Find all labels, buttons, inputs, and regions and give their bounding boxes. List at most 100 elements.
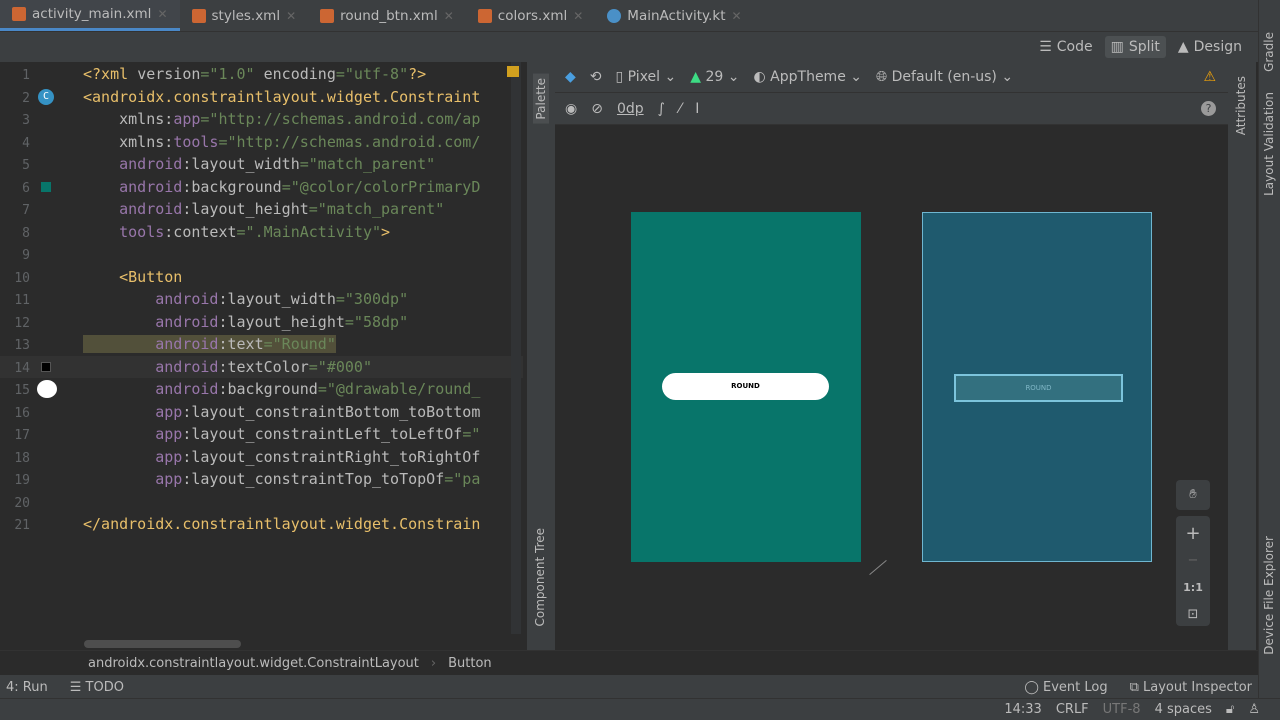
code-token: android [83, 155, 183, 173]
attributes-tab[interactable]: Attributes [1234, 76, 1248, 135]
code-line[interactable]: 8 tools:context=".MainActivity"> [0, 221, 523, 244]
resize-handle[interactable] [869, 560, 887, 575]
caret-position[interactable]: 14:33 [1004, 702, 1041, 717]
code-token: <Button [83, 267, 183, 286]
close-icon[interactable]: ✕ [286, 9, 296, 23]
code-line[interactable]: 12 android:layout_height="58dp" [0, 311, 523, 334]
pan-button[interactable]: ✋︎ [1176, 480, 1210, 510]
editor-scrollbar[interactable] [511, 62, 521, 634]
code-line[interactable]: 14 android:textColor="#000" [0, 355, 523, 378]
code-line[interactable]: 3 xmlns:app="http://schemas.android.com/… [0, 108, 523, 131]
close-icon[interactable]: ✕ [732, 9, 742, 23]
indent-setting[interactable]: 4 spaces [1155, 702, 1212, 717]
layout-validation-tab[interactable]: Layout Validation [1262, 92, 1276, 196]
code-line[interactable]: 10 <Button [0, 266, 523, 289]
code-line[interactable]: 1 <?xml version="1.0" encoding="utf-8"?> [0, 63, 523, 86]
design-surface[interactable]: ◆ ⟲ ▯ Pixel ⌄ ▲ 29 ⌄ ◐ AppTheme ⌄ 🌐︎ Def… [555, 62, 1228, 650]
tab-styles-xml[interactable]: styles.xml ✕ [180, 0, 309, 31]
code-line[interactable]: 4 xmlns:tools="http://schemas.android.co… [0, 131, 523, 154]
close-icon[interactable]: ✕ [157, 7, 167, 21]
tab-mainactivity-kt[interactable]: MainActivity.kt ✕ [595, 0, 753, 31]
code-line[interactable]: 9 [0, 243, 523, 266]
layout-inspector-button[interactable]: ⧉ Layout Inspector [1130, 680, 1252, 695]
code-line[interactable]: 2 <androidx.constraintlayout.widget.Const… [0, 86, 523, 109]
component-tree-tab[interactable]: Component Tree [533, 528, 547, 626]
code-line[interactable]: 16 app:layout_constraintBottom_toBottom [0, 401, 523, 424]
blueprint-preview[interactable]: ROUND [922, 212, 1152, 562]
split-icon: ▥ [1110, 39, 1124, 55]
round-button-preview[interactable]: ROUND [662, 373, 829, 400]
tab-activity_main-xml[interactable]: activity_main.xml ✕ [0, 0, 180, 31]
theme-dropdown[interactable]: ◐ AppTheme ⌄ [754, 69, 863, 85]
lock-icon[interactable]: 🔓︎ [1226, 702, 1234, 717]
todo-tool-button[interactable]: ☰ TODO [70, 680, 124, 695]
color-swatch-icon[interactable] [41, 181, 51, 192]
line-number: 12 [14, 315, 30, 331]
code-line[interactable]: 21 </androidx.constraintlayout.widget.Con… [0, 513, 523, 536]
tab-colors-xml[interactable]: colors.xml ✕ [466, 0, 596, 31]
code-line[interactable]: 7 android:layout_height="match_parent" [0, 198, 523, 221]
code-line[interactable]: 11 android:layout_width="300dp" [0, 288, 523, 311]
round-button-blueprint[interactable]: ROUND [954, 374, 1123, 402]
status-bar: 14:33 CRLF UTF-8 4 spaces 🔓︎ ♙ [0, 698, 1280, 720]
breadcrumb-button[interactable]: Button [448, 656, 492, 671]
code-token: <androidx.constraintlayout.widget.Constr… [83, 87, 481, 106]
orientation-icon[interactable]: ⟲ [590, 69, 602, 85]
warning-marker [507, 66, 519, 77]
eye-icon[interactable]: ◉ [565, 101, 577, 117]
clear-constraints-icon[interactable]: ∫ [658, 101, 665, 117]
infer-constraints-icon[interactable]: ⁄ [679, 101, 681, 117]
line-number: 14 [14, 360, 30, 376]
help-icon[interactable]: ? [1201, 101, 1216, 116]
color-swatch-icon[interactable] [41, 361, 51, 372]
code-line[interactable]: 17 app:layout_constraintLeft_toLeftOf=" [0, 423, 523, 446]
horizontal-scrollbar[interactable] [84, 640, 241, 648]
layers-icon[interactable]: ◆ [565, 69, 576, 85]
close-icon[interactable]: ✕ [444, 9, 454, 23]
split-view-button[interactable]: ▥ Split [1104, 36, 1166, 58]
default-margin[interactable]: 0dp [617, 101, 644, 117]
locale-dropdown[interactable]: 🌐︎ Default (en-us) ⌄ [876, 69, 1013, 85]
zoom-in-button[interactable]: + [1176, 520, 1210, 547]
code-line[interactable]: 13 android:text="Round" [0, 333, 523, 356]
view-mode-bar: ☰ Code ▥ Split ▲ Design [0, 32, 1258, 62]
device-file-explorer-tab[interactable]: Device File Explorer [1262, 536, 1276, 655]
device-dropdown[interactable]: ▯ Pixel ⌄ [616, 69, 677, 85]
warning-icon[interactable]: ⚠ [1203, 69, 1216, 85]
code-line[interactable]: 15 android:background="@drawable/round_ [0, 378, 523, 401]
design-preview[interactable]: ROUND [631, 212, 861, 562]
line-number: 3 [22, 113, 30, 128]
run-tool-button[interactable]: 4: Run [6, 680, 48, 695]
code-view-button[interactable]: ☰ Code [1033, 36, 1098, 58]
file-encoding[interactable]: UTF-8 [1103, 702, 1141, 717]
code-line[interactable]: 6 android:background="@color/colorPrimar… [0, 176, 523, 199]
zoom-actual-button[interactable]: 1:1 [1176, 574, 1210, 601]
drawable-preview-icon[interactable] [37, 380, 57, 398]
api-dropdown[interactable]: ▲ 29 ⌄ [690, 69, 739, 85]
code-token: :layout_width [182, 155, 300, 173]
code-editor[interactable]: 1 <?xml version="1.0" encoding="utf-8"?> 2… [0, 62, 523, 650]
code-token: tools [83, 222, 165, 241]
code-token: :context [164, 222, 237, 241]
line-separator[interactable]: CRLF [1056, 702, 1089, 717]
zoom-fit-button[interactable]: ⊡ [1176, 601, 1210, 628]
code-line[interactable]: 5 android:layout_width="match_parent" [0, 153, 523, 176]
code-line[interactable]: 18 app:layout_constraintRight_toRightOf [0, 446, 523, 469]
close-icon[interactable]: ✕ [573, 9, 583, 23]
breadcrumb-constraintlayout[interactable]: androidx.constraintlayout.widget.Constra… [88, 656, 419, 671]
palette-tab[interactable]: Palette [533, 74, 549, 124]
code-line[interactable]: 20 [0, 491, 523, 514]
guidelines-icon[interactable]: I [695, 101, 699, 117]
attributes-strip: Attributes [1228, 62, 1256, 650]
tab-round_btn-xml[interactable]: round_btn.xml ✕ [308, 0, 466, 31]
line-number: 7 [22, 203, 30, 218]
autoconnect-icon[interactable]: ⊘ [591, 101, 603, 117]
class-icon[interactable]: C [38, 88, 54, 105]
code-line[interactable]: 19 app:layout_constraintTop_toTopOf="pa [0, 468, 523, 491]
design-view-button[interactable]: ▲ Design [1172, 36, 1248, 58]
right-tool-strip: Gradle Layout Validation Device File Exp… [1258, 0, 1280, 698]
zoom-out-button[interactable]: − [1176, 547, 1210, 574]
inspector-icon[interactable]: ♙ [1248, 702, 1260, 717]
gradle-tab[interactable]: Gradle [1262, 32, 1276, 72]
event-log-button[interactable]: ◯ Event Log [1024, 680, 1107, 695]
